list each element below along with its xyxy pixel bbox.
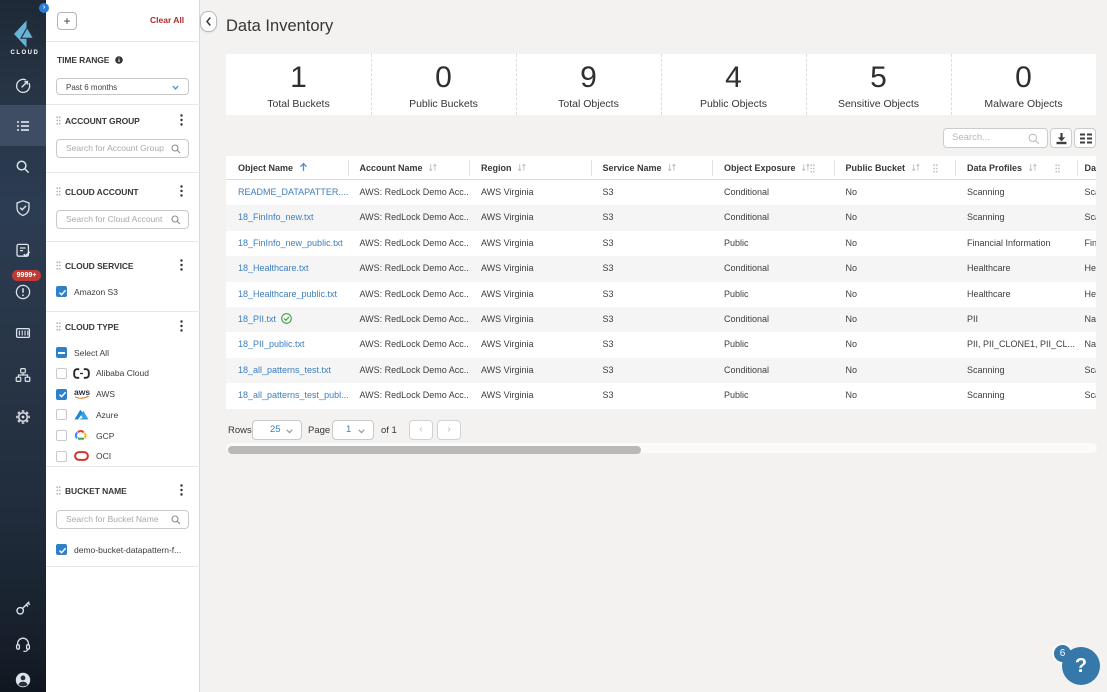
svg-text:aws: aws <box>74 387 90 397</box>
